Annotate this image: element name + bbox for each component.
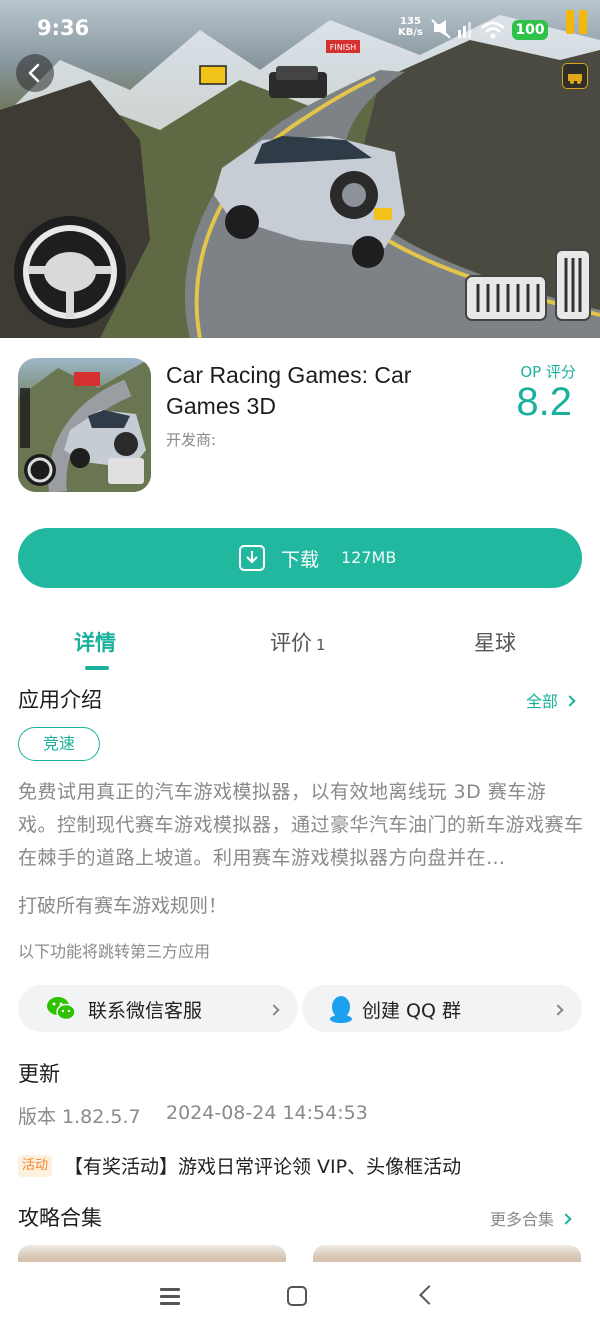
chevron-right-icon — [560, 1213, 572, 1225]
chevron-right-icon — [268, 1001, 280, 1020]
network-speed-value: 135 — [400, 16, 421, 27]
description-extra: 打破所有赛车游戏规则！ — [18, 895, 228, 917]
back-icon[interactable] — [419, 1285, 439, 1305]
pause-icon — [566, 10, 588, 34]
version-date: 2024-08-24 14:54:53 — [166, 1102, 368, 1124]
finish-sign: FINISH — [330, 43, 356, 52]
tab-reviews[interactable]: 评价 1 — [270, 627, 326, 657]
wechat-contact-label: 联系微信客服 — [88, 1000, 203, 1022]
download-button[interactable]: 下载 127MB — [18, 528, 582, 588]
app-title: Car Racing Games: Car Games 3D — [166, 362, 412, 419]
tab-details[interactable]: 详情 — [74, 627, 116, 657]
tab-reviews-count: 1 — [316, 636, 326, 654]
mute-icon — [431, 19, 451, 39]
app-icon — [18, 358, 151, 492]
signal-icon — [458, 22, 471, 38]
intro-more-link[interactable]: 全部 — [526, 688, 576, 712]
menu-icon[interactable] — [160, 1286, 180, 1306]
tab-details-label: 详情 — [74, 631, 116, 655]
chevron-right-icon — [552, 1001, 564, 1020]
hero-banner: FINISH 9:36 135 KB/s 100 — [0, 0, 600, 338]
tab-reviews-label: 评价 — [270, 631, 312, 655]
guides-more-link[interactable]: 更多合集 — [490, 1206, 572, 1230]
score-label: OP 评分 — [520, 363, 576, 381]
network-speed-unit: KB/s — [398, 27, 423, 38]
developer-label: 开发商: — [166, 431, 217, 449]
wifi-icon — [481, 21, 504, 39]
activity-badge: 活动 — [18, 1155, 53, 1177]
hero-game-scene: FINISH — [0, 15, 600, 338]
intro-title: 应用介绍 — [18, 688, 102, 712]
chevron-right-icon — [564, 695, 576, 707]
system-nav-bar — [0, 1262, 600, 1333]
battery-indicator: 100 — [512, 20, 548, 40]
download-size: 127MB — [341, 548, 397, 567]
version-label: 版本 1.82.5.7 — [18, 1106, 141, 1128]
download-label: 下载 — [281, 549, 320, 571]
steering-wheel-control — [14, 216, 126, 328]
app-description[interactable]: 免费试用真正的汽车游戏模拟器，以有效地离线玩 3D 赛车游戏。控制现代赛车游戏模… — [18, 776, 584, 875]
camera-view-icon[interactable] — [562, 63, 588, 89]
tab-planet[interactable]: 星球 — [474, 627, 516, 657]
network-speed: 135 KB/s — [398, 16, 423, 38]
app-detail-page: FINISH 9:36 135 KB/s 100 Car Racing Game… — [0, 0, 600, 1333]
tab-indicator — [85, 666, 109, 670]
activity-link[interactable]: 【有奖活动】游戏日常评论领 VIP、头像框活动 — [64, 1152, 461, 1179]
qq-group-label: 创建 QQ 群 — [362, 1000, 461, 1022]
home-icon[interactable] — [287, 1286, 307, 1306]
status-time: 9:36 — [37, 16, 90, 40]
download-icon — [239, 545, 265, 571]
guides-more-label: 更多合集 — [490, 1210, 555, 1229]
qq-icon — [330, 996, 352, 1023]
guides-title: 攻略合集 — [18, 1206, 102, 1230]
update-title: 更新 — [18, 1062, 60, 1086]
qq-group-button[interactable]: 创建 QQ 群 — [302, 985, 582, 1032]
back-arrow-icon — [28, 63, 40, 83]
app-description-text: 免费试用真正的汽车游戏模拟器，以有效地离线玩 3D 赛车游戏。控制现代赛车游戏模… — [18, 781, 584, 869]
status-bar: 9:36 135 KB/s 100 — [0, 14, 600, 44]
back-button[interactable] — [16, 54, 54, 92]
tab-planet-label: 星球 — [474, 631, 516, 655]
genre-tag[interactable]: 竞速 — [18, 727, 100, 761]
score-value: 8.2 — [516, 380, 572, 424]
third-party-note: 以下功能将跳转第三方应用 — [18, 942, 211, 961]
intro-more-label: 全部 — [526, 692, 559, 711]
status-icons — [431, 19, 504, 39]
wechat-contact-button[interactable]: 联系微信客服 — [18, 985, 298, 1032]
wechat-icon — [47, 997, 76, 1021]
